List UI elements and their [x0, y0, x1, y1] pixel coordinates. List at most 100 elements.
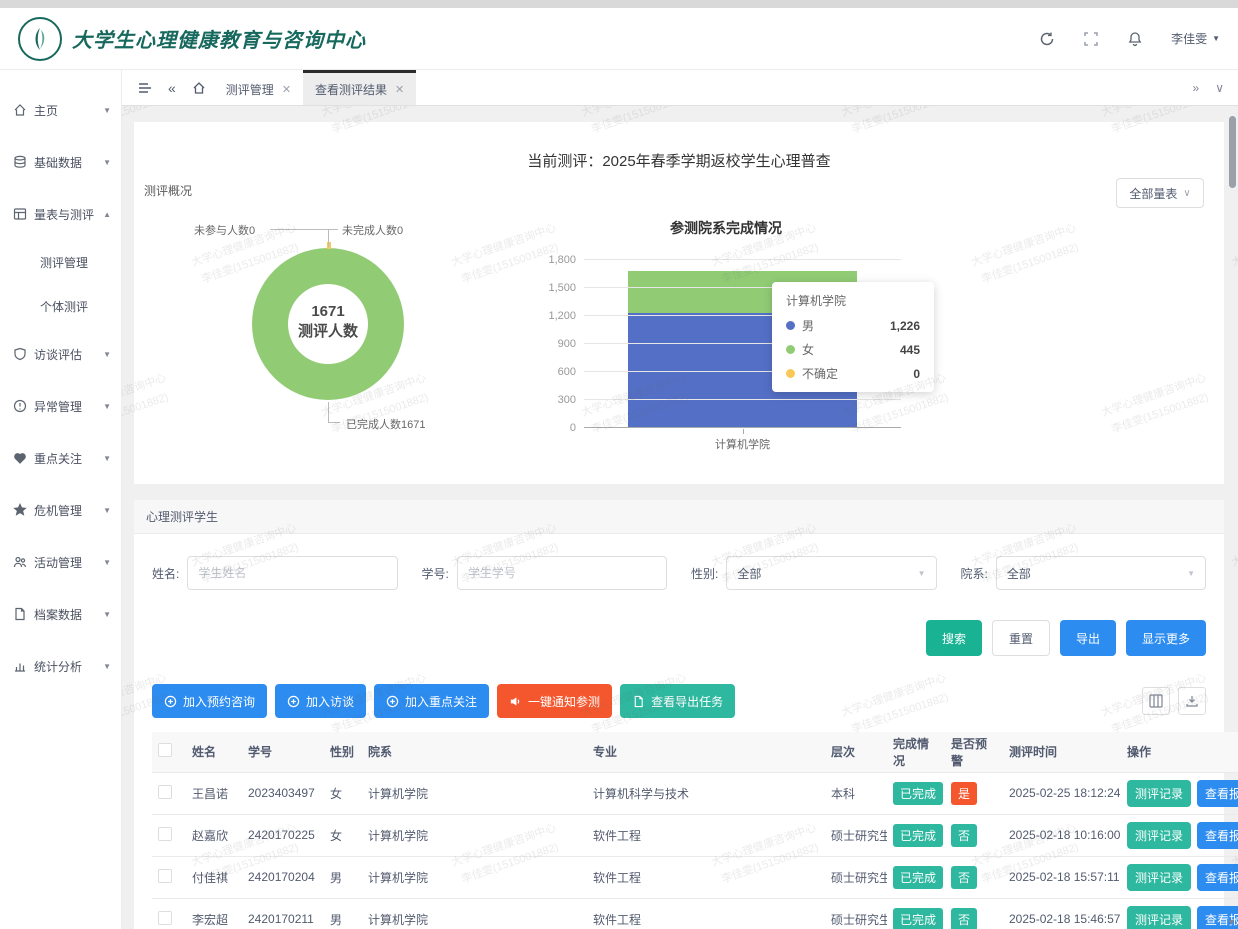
- bar-x-label: 计算机学院: [584, 436, 901, 452]
- sidebar-item-archive-data[interactable]: 档案数据▼: [0, 588, 121, 640]
- reset-button[interactable]: 重置: [992, 620, 1050, 656]
- name-filter-input[interactable]: [187, 556, 397, 590]
- assessment-record-button[interactable]: 测评记录: [1127, 906, 1191, 929]
- export-button[interactable]: 导出: [1060, 620, 1116, 656]
- student-id-filter-input[interactable]: [457, 556, 667, 590]
- sidebar-item-activity-management[interactable]: 活动管理▼: [0, 536, 121, 588]
- tooltip-series-value: 1,226: [890, 319, 920, 333]
- tab-assessment-management[interactable]: 测评管理 ✕: [214, 70, 303, 105]
- sidebar-item-abnormal-management[interactable]: 异常管理▼: [0, 380, 121, 432]
- logo-leaf-icon: [26, 25, 54, 53]
- assessment-record-button[interactable]: 测评记录: [1127, 822, 1191, 849]
- search-button[interactable]: 搜索: [926, 620, 982, 656]
- chevron-down-icon: ▼: [103, 402, 111, 411]
- chevron-down-icon: ▼: [103, 454, 111, 463]
- notify-all-participants-button[interactable]: 一键通知参测: [497, 684, 612, 718]
- assessment-record-button[interactable]: 测评记录: [1127, 864, 1191, 891]
- status-badge: 已完成: [893, 824, 943, 847]
- y-axis-tick: 1,200: [532, 310, 576, 322]
- gender-filter-select[interactable]: 全部 ▼: [726, 556, 936, 590]
- download-icon[interactable]: [1178, 687, 1206, 715]
- document-icon: [632, 695, 645, 708]
- gridline: [584, 427, 901, 428]
- sidebar-item-label: 基础数据: [34, 154, 82, 171]
- chevron-down-icon: ▼: [103, 610, 111, 619]
- warning-badge: 否: [951, 866, 977, 889]
- row-checkbox[interactable]: [158, 911, 172, 925]
- chevron-down-icon: ▼: [103, 106, 111, 115]
- sidebar-item-interview-evaluation[interactable]: 访谈评估▼: [0, 328, 121, 380]
- vertical-scrollbar[interactable]: ▼: [1226, 106, 1238, 929]
- cell-name: 王昌诺: [186, 772, 242, 814]
- cell-gender: 男: [324, 856, 362, 898]
- page-title: 大学生心理健康教育与咨询中心: [72, 24, 366, 53]
- cell-level: 本科: [825, 772, 887, 814]
- tooltip-series-name: 不确定: [802, 365, 838, 382]
- chevron-down-icon: ▼: [103, 558, 111, 567]
- sidebar-subitem-individual-assessment[interactable]: 个体测评: [0, 284, 121, 328]
- scroll-down-icon[interactable]: ▼: [1227, 917, 1236, 927]
- add-appointment-counseling-button[interactable]: 加入预约咨询: [152, 684, 267, 718]
- row-checkbox[interactable]: [158, 827, 172, 841]
- department-filter-label: 院系:: [961, 565, 988, 582]
- home-tab-icon[interactable]: [184, 70, 214, 105]
- basic-data-icon: [13, 155, 27, 169]
- warning-badge: 否: [951, 908, 977, 929]
- sidebar-item-key-focus[interactable]: 重点关注▼: [0, 432, 121, 484]
- sidebar-item-label: 统计分析: [34, 658, 82, 675]
- cell-assessment-time: 2025-02-18 15:46:57: [1003, 898, 1121, 929]
- cell-major: 软件工程: [587, 898, 825, 929]
- chevron-down-icon: ▼: [1187, 569, 1195, 578]
- add-key-focus-button[interactable]: 加入重点关注: [374, 684, 489, 718]
- app-header: 大学生心理健康教育与咨询中心 李佳雯 ▼: [0, 8, 1238, 70]
- circle-plus-icon: [386, 695, 399, 708]
- crisis-management-icon: [13, 503, 27, 517]
- show-more-button[interactable]: 显示更多: [1126, 620, 1206, 656]
- scale-filter-dropdown[interactable]: 全部量表 ∨: [1116, 178, 1204, 208]
- cell-department: 计算机学院: [362, 772, 587, 814]
- fullscreen-icon[interactable]: [1083, 31, 1099, 47]
- tab-view-assessment-results[interactable]: 查看测评结果 ✕: [303, 70, 416, 105]
- sidebar-item-statistics-analysis[interactable]: 统计分析▼: [0, 640, 121, 692]
- y-axis-tick: 1,500: [532, 282, 576, 294]
- sidebar-item-crisis-management[interactable]: 危机管理▼: [0, 484, 121, 536]
- cell-gender: 女: [324, 814, 362, 856]
- scroll-tabs-right-icon[interactable]: »: [1193, 81, 1200, 95]
- cell-department: 计算机学院: [362, 856, 587, 898]
- collapse-tabs-icon[interactable]: «: [160, 70, 184, 105]
- tab-label: 查看测评结果: [315, 81, 387, 98]
- cell-name: 赵嘉欣: [186, 814, 242, 856]
- sidebar-item-basic-data[interactable]: 基础数据▼: [0, 136, 121, 188]
- add-interview-button[interactable]: 加入访谈: [275, 684, 366, 718]
- donut-chart: 1671 测评人数 未参与人数0 未完成人数0 已完成人数1671: [164, 210, 564, 460]
- view-export-tasks-button[interactable]: 查看导出任务: [620, 684, 735, 718]
- close-icon[interactable]: ✕: [395, 83, 404, 96]
- scrollbar-thumb[interactable]: [1229, 116, 1236, 188]
- sidebar-item-scales-assessment[interactable]: 量表与测评▲: [0, 188, 121, 240]
- chevron-down-icon: ▼: [1212, 34, 1220, 43]
- department-filter-select[interactable]: 全部 ▼: [996, 556, 1206, 590]
- row-checkbox[interactable]: [158, 785, 172, 799]
- column-settings-icon[interactable]: [1142, 687, 1170, 715]
- close-icon[interactable]: ✕: [282, 83, 291, 96]
- bell-icon[interactable]: [1127, 31, 1143, 47]
- content-area: 当前测评：2025年春季学期返校学生心理普查 测评概况 全部量表 ∨ 1671 …: [122, 106, 1238, 929]
- sidebar-item-home[interactable]: 主页▼: [0, 84, 121, 136]
- sidebar-subitem-assessment-management[interactable]: 测评管理: [0, 240, 121, 284]
- menu-toggle-icon[interactable]: [130, 70, 160, 105]
- refresh-icon[interactable]: [1039, 31, 1055, 47]
- cell-level: 硕士研究生: [825, 814, 887, 856]
- chevron-down-icon: ▼: [103, 506, 111, 515]
- row-checkbox[interactable]: [158, 869, 172, 883]
- tab-options-icon[interactable]: ∨: [1215, 81, 1224, 95]
- select-all-checkbox[interactable]: [158, 743, 172, 757]
- user-menu[interactable]: 李佳雯 ▼: [1171, 30, 1220, 47]
- user-name: 李佳雯: [1171, 30, 1207, 47]
- tabbar: « 测评管理 ✕ 查看测评结果 ✕ » ∨: [122, 70, 1238, 106]
- student-id-filter-label: 学号:: [422, 565, 449, 582]
- assessment-record-button[interactable]: 测评记录: [1127, 780, 1191, 807]
- cell-name: 付佳祺: [186, 856, 242, 898]
- chevron-down-icon: ∨: [1183, 188, 1190, 199]
- archive-data-icon: [13, 607, 27, 621]
- sidebar-subitem-label: 测评管理: [40, 254, 88, 271]
